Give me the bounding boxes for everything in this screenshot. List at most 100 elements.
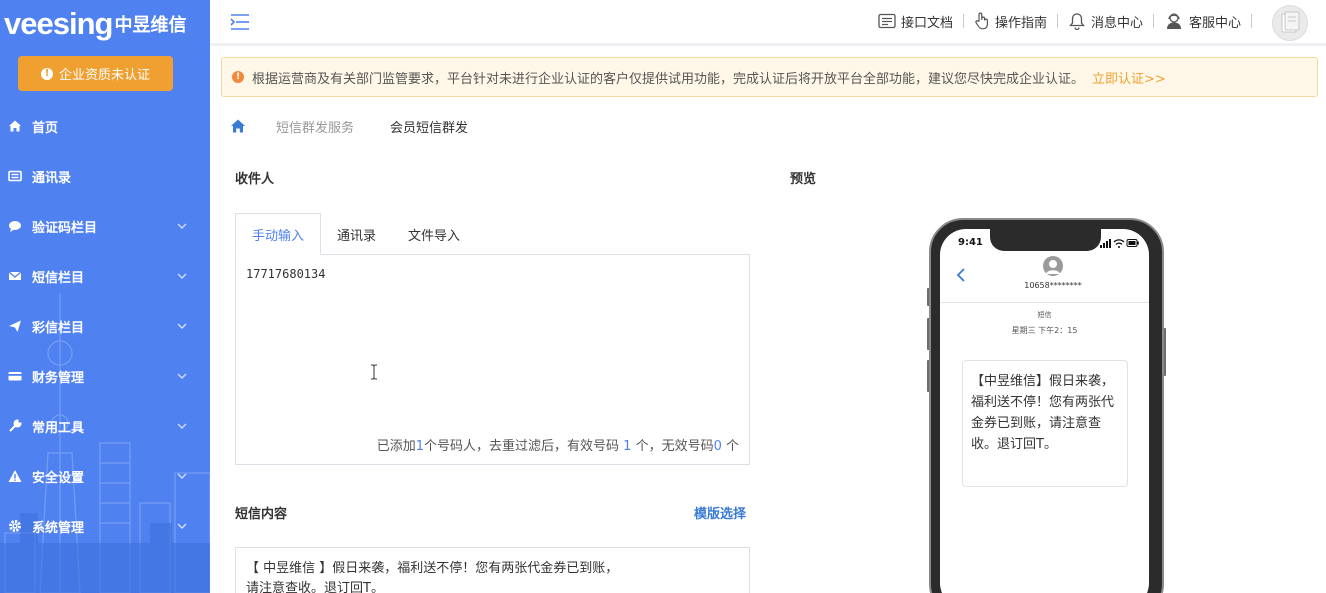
cert-button-label: 企业资质未认证 (59, 64, 150, 83)
recipient-phone-value: 17717680134 (246, 267, 325, 281)
chevron-down-icon (176, 320, 188, 332)
message-type: 短信 (940, 310, 1149, 320)
sidebar-item-security[interactable]: 安全设置 (0, 451, 210, 501)
sidebar-item-label: 彩信栏目 (32, 317, 84, 336)
sidebar-item-label: 短信栏目 (32, 267, 84, 286)
hand-pointer-icon (974, 12, 990, 30)
header-link-label: 接口文档 (901, 12, 953, 31)
sms-content-title: 短信内容 (235, 503, 287, 522)
api-doc-icon (878, 13, 896, 29)
template-select-link[interactable]: 模版选择 (694, 503, 746, 522)
header-links: 接口文档 操作指南 消息中心 客服中心 (868, 9, 1252, 33)
sidebar-item-label: 系统管理 (32, 517, 84, 536)
signal-wifi-battery-icon (1100, 238, 1140, 248)
summary-invalid-count: 0 (714, 439, 722, 454)
headset-icon (1164, 12, 1184, 30)
certification-notice: ! 根据运营商及有关部门监管要求，平台针对未进行企业认证的客户仅提供试用功能，完… (221, 57, 1318, 97)
sms-content-line2: 请注意查收。退订回T。 (246, 579, 739, 593)
enterprise-cert-button[interactable]: ! 企业资质未认证 (18, 56, 173, 91)
sms-header: 10658******** (940, 253, 1149, 303)
header-link-label: 消息中心 (1091, 12, 1143, 31)
chevron-left-icon (956, 268, 966, 282)
sidebar-item-home[interactable]: 首页 (0, 101, 210, 151)
sidebar-item-label: 通讯录 (32, 167, 71, 186)
menu-toggle-icon[interactable] (230, 13, 250, 31)
phone-notch (990, 229, 1101, 251)
sidebar-item-verify-code[interactable]: 验证码栏目 (0, 201, 210, 251)
sidebar-item-label: 财务管理 (32, 367, 84, 386)
header-link-label: 客服中心 (1189, 12, 1241, 31)
tab-file-import[interactable]: 文件导入 (392, 213, 476, 255)
phone-screen: 9:41 10658******** 短信 星期三 下午2：15 【中昱维信】假… (940, 229, 1149, 593)
chevron-down-icon (176, 220, 188, 232)
breadcrumb-level2: 会员短信群发 (390, 117, 468, 136)
phone-preview: 9:41 10658******** 短信 星期三 下午2：15 【中昱维信】假… (929, 218, 1164, 593)
recipient-summary: 已添加1个号码人，去重过滤后，有效号码 1 个，无效号码0 个 (377, 435, 739, 454)
sidebar-item-label: 首页 (32, 117, 58, 136)
user-avatar[interactable] (1272, 5, 1308, 41)
logo: veesing 中昱维信 (4, 4, 186, 44)
certify-now-link[interactable]: 立即认证>> (1092, 68, 1166, 87)
summary-added-count: 1 (416, 439, 424, 454)
sidebar-item-label: 安全设置 (32, 467, 84, 486)
recipient-tabs: 手动输入 通讯录 文件导入 (235, 213, 750, 255)
text-cursor-icon (370, 364, 378, 380)
notice-text: 根据运营商及有关部门监管要求，平台针对未进行企业认证的客户仅提供试用功能，完成认… (252, 68, 1084, 87)
sidebar-nav: 首页 通讯录 验证码栏目 短信栏目 彩信栏目 财务管理 常用工具 (0, 101, 210, 551)
chevron-down-icon (176, 470, 188, 482)
summary-suffix: 个 (722, 439, 739, 454)
sms-content-input[interactable]: 【 中昱维信 】假日来袭，福利送不停！您有两张代金券已到账， 请注意查收。退订回… (235, 547, 750, 593)
header-link-messages[interactable]: 消息中心 (1058, 12, 1153, 31)
sidebar-item-finance[interactable]: 财务管理 (0, 351, 210, 401)
chevron-down-icon (176, 270, 188, 282)
chat-icon (8, 219, 22, 233)
wrench-icon (8, 419, 22, 433)
sidebar: veesing 中昱维信 ! 企业资质未认证 首页 通讯录 验证码栏目 短信栏目… (0, 0, 210, 593)
tab-manual-input[interactable]: 手动输入 (235, 213, 321, 255)
home-icon[interactable] (230, 118, 246, 134)
header-link-label: 操作指南 (995, 12, 1047, 31)
tab-contacts[interactable]: 通讯录 (321, 213, 392, 255)
recipient-input[interactable]: 17717680134 已添加1个号码人，去重过滤后，有效号码 1 个，无效号码… (235, 254, 750, 465)
sidebar-item-mms[interactable]: 彩信栏目 (0, 301, 210, 351)
sidebar-item-contacts[interactable]: 通讯录 (0, 151, 210, 201)
sidebar-item-label: 验证码栏目 (32, 217, 97, 236)
summary-prefix: 已添加 (377, 439, 416, 454)
chevron-down-icon (176, 420, 188, 432)
message-bubble: 【中昱维信】假日来袭，福利送不停！您有两张代金券已到账，请注意查收。退订回T。 (962, 360, 1128, 487)
mail-icon (8, 269, 22, 283)
recipients-title: 收件人 (235, 168, 274, 187)
home-icon (8, 119, 22, 133)
sidebar-item-system[interactable]: 系统管理 (0, 501, 210, 551)
summary-mid2: 个，无效号码 (631, 439, 713, 454)
warning-icon (8, 469, 22, 483)
avatar-placeholder-icon (1279, 11, 1301, 35)
warning-circle-icon: ! (232, 71, 244, 83)
summary-mid1: 个号码人，去重过滤后，有效号码 (424, 439, 623, 454)
logo-brand: veesing (4, 6, 112, 42)
chevron-down-icon (176, 370, 188, 382)
header-link-api-docs[interactable]: 接口文档 (868, 12, 963, 31)
sms-content-line1: 【 中昱维信 】假日来袭，福利送不停！您有两张代金券已到账， (246, 559, 739, 579)
logo-brand-cn: 中昱维信 (114, 11, 186, 37)
header-link-support[interactable]: 客服中心 (1154, 12, 1251, 31)
sidebar-item-tools[interactable]: 常用工具 (0, 401, 210, 451)
contacts-icon (8, 169, 22, 183)
bell-icon (1068, 12, 1086, 30)
status-time: 9:41 (958, 237, 983, 248)
card-icon (8, 369, 22, 383)
breadcrumb-level1[interactable]: 短信群发服务 (276, 117, 354, 136)
chevron-down-icon (176, 520, 188, 532)
sender-number: 10658******** (940, 281, 1149, 290)
header-link-guide[interactable]: 操作指南 (964, 12, 1057, 31)
sidebar-item-label: 常用工具 (32, 417, 84, 436)
gear-icon (8, 519, 22, 533)
send-icon (8, 319, 22, 333)
preview-title: 预览 (790, 168, 816, 187)
info-icon: ! (41, 68, 53, 80)
sidebar-item-sms[interactable]: 短信栏目 (0, 251, 210, 301)
contact-avatar-icon (1043, 256, 1063, 276)
top-header: 接口文档 操作指南 消息中心 客服中心 (210, 0, 1326, 46)
message-date: 星期三 下午2：15 (940, 325, 1149, 336)
breadcrumb: 短信群发服务 会员短信群发 (230, 114, 468, 138)
